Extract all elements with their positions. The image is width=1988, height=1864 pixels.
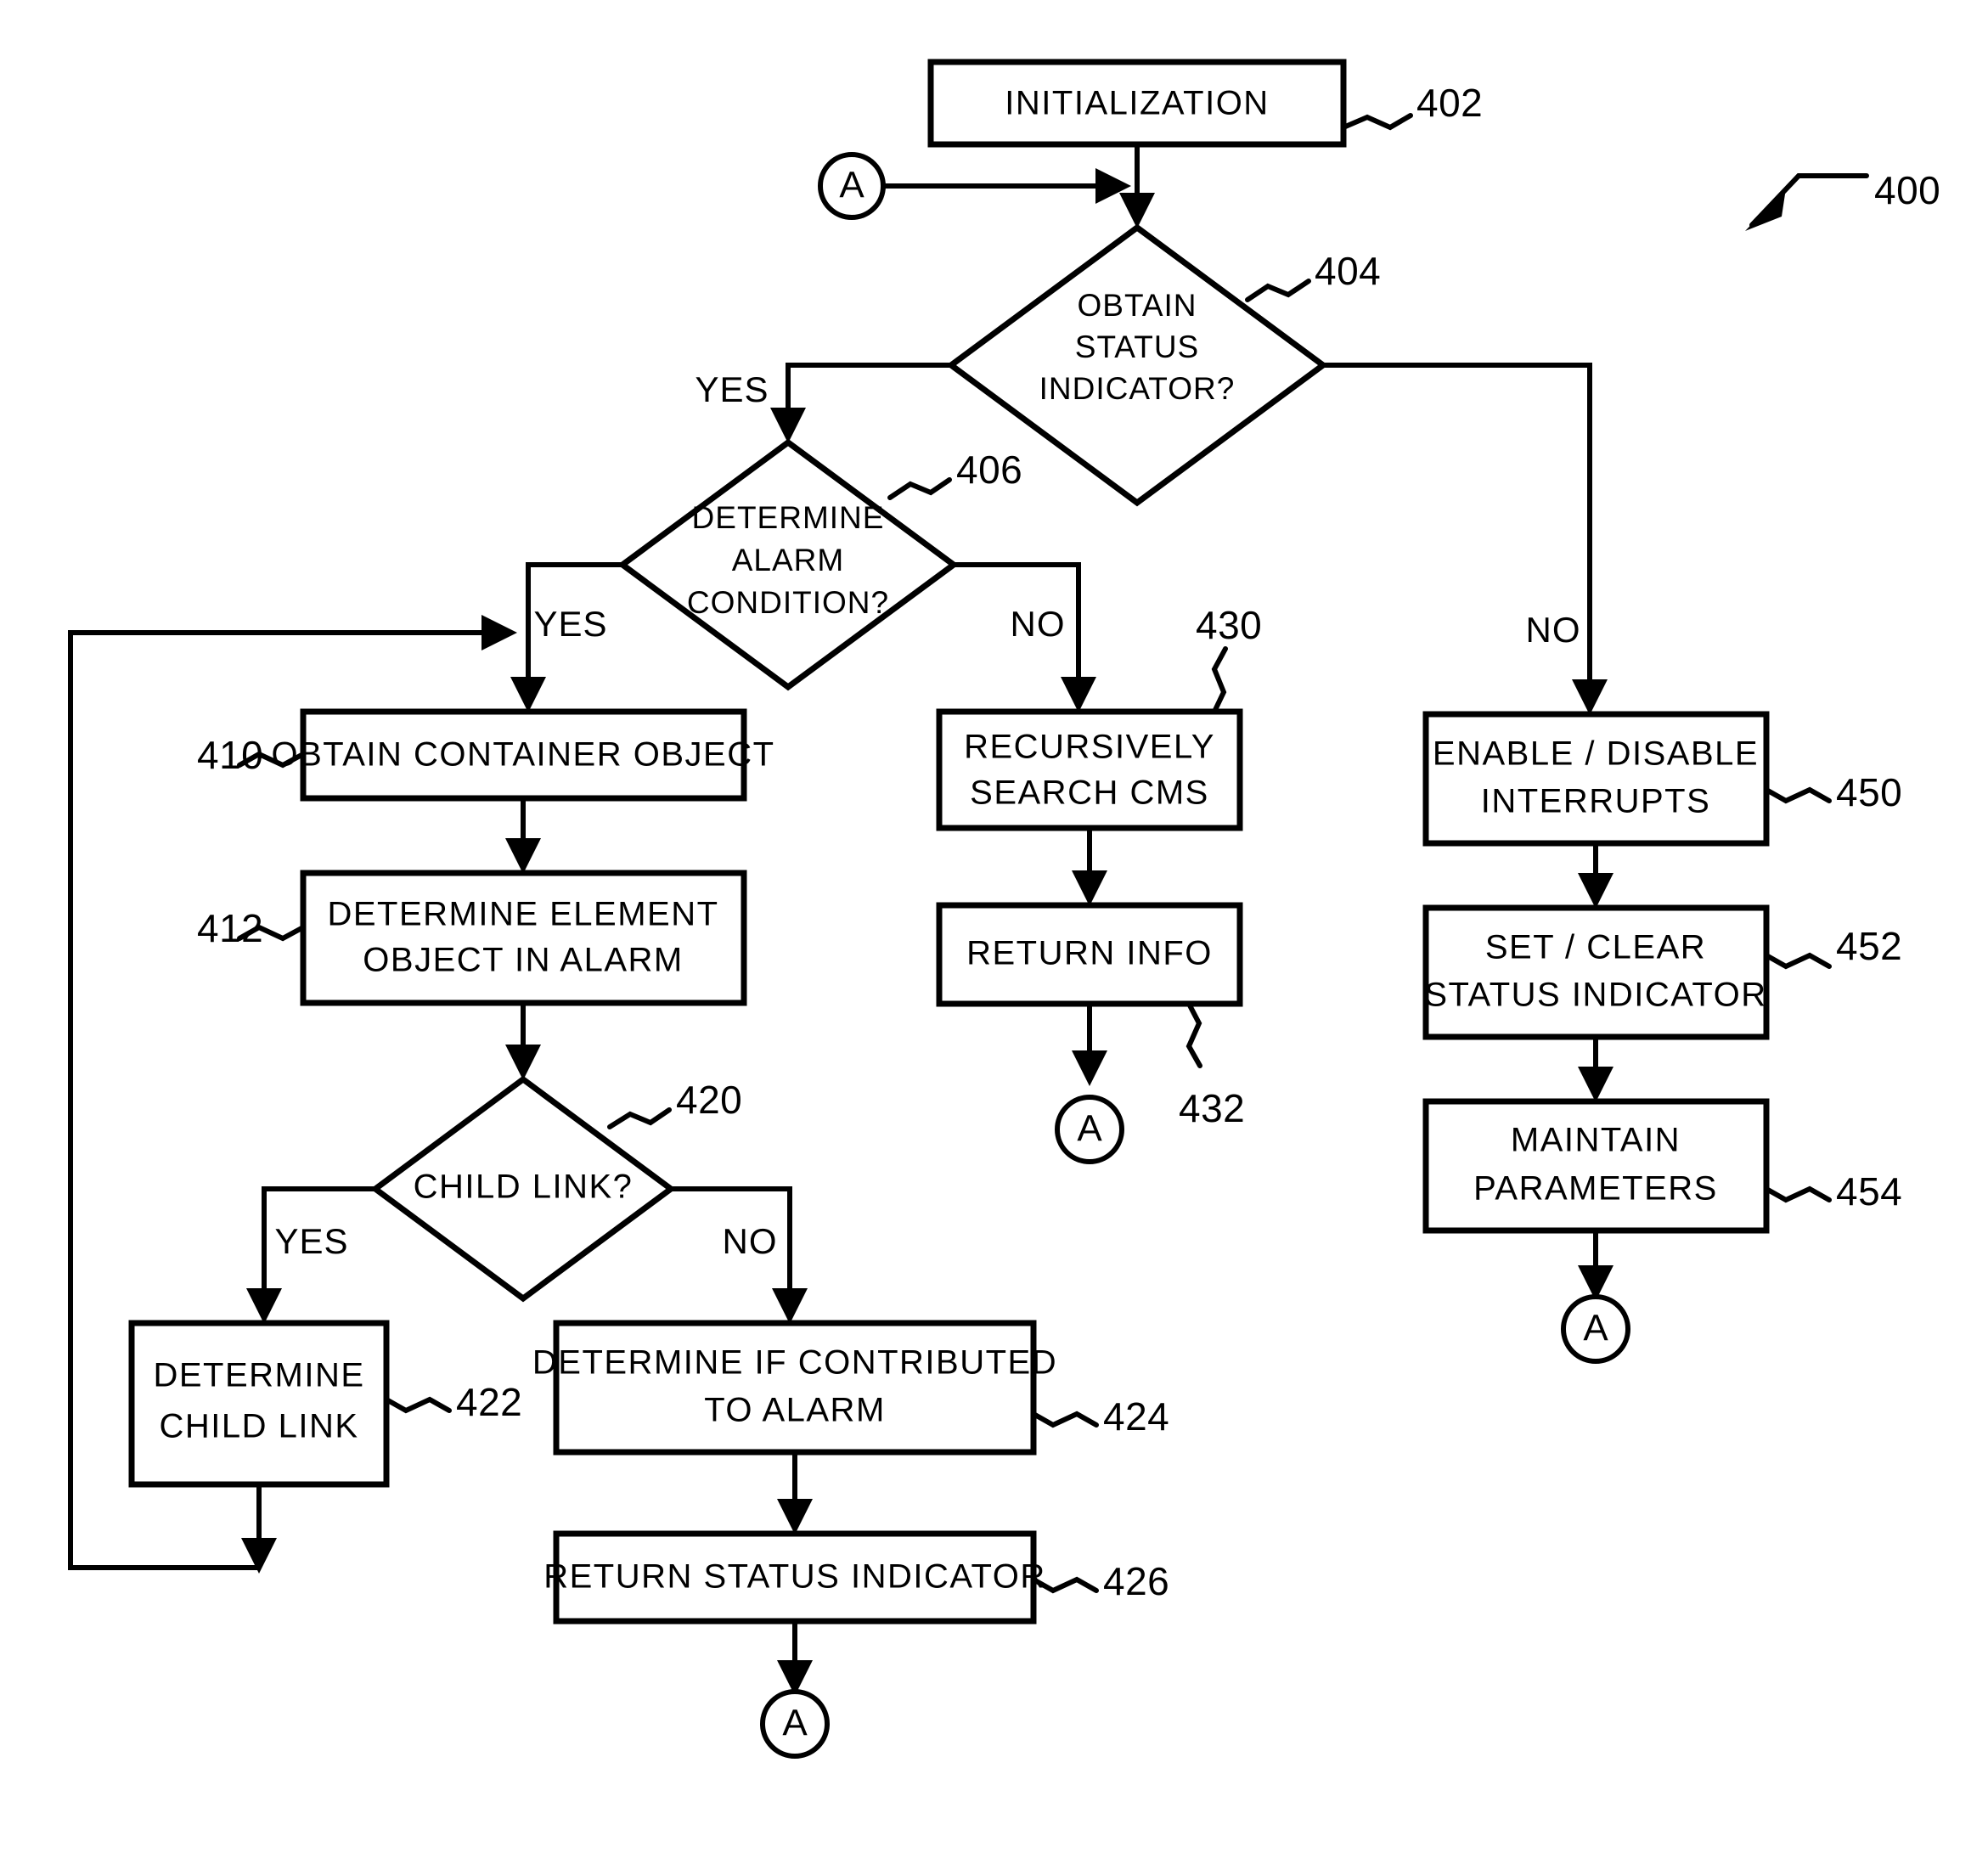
determine-child-link-box[interactable]: [128, 1320, 390, 1488]
node-child-link[interactable]: CHILD LINK?: [370, 1075, 676, 1303]
flowchart-canvas: 400 INITIALIZATION 402 A OBTAIN STATUS I…: [68, 59, 1940, 1759]
figure-reference-label: 400: [1874, 168, 1940, 212]
node-initialization[interactable]: INITIALIZATION: [927, 59, 1347, 148]
determine-element-line2: OBJECT IN ALARM: [363, 942, 683, 979]
determine-alarm-line2: ALARM: [732, 543, 844, 577]
determine-element-line1: DETERMINE ELEMENT: [327, 896, 718, 933]
node-maintain-parameters[interactable]: MAINTAIN PARAMETERS: [1422, 1098, 1770, 1234]
return-info-label: RETURN INFO: [966, 935, 1213, 972]
node-set-clear-status-indicator[interactable]: SET / CLEAR STATUS INDICATOR: [1422, 904, 1770, 1040]
maintain-parameters-line1: MAINTAIN: [1511, 1122, 1681, 1159]
connector-exit-a-right[interactable]: A: [1561, 1294, 1630, 1364]
recursively-search-line1: RECURSIVELY: [964, 729, 1215, 766]
reference-leader-430: 430: [1196, 603, 1262, 714]
obtain-status-ref-label: 404: [1315, 249, 1381, 293]
determine-child-link-line1: DETERMINE: [153, 1357, 364, 1394]
reference-leader-432: 432: [1179, 1001, 1245, 1130]
edge-obtain-status-yes: [770, 363, 951, 443]
reference-leader-420: 420: [607, 1078, 742, 1129]
determine-contributed-ref-label: 424: [1103, 1394, 1169, 1439]
recursively-search-line2: SEARCH CMS: [970, 774, 1209, 812]
node-obtain-container-object[interactable]: OBTAIN CONTAINER OBJECT: [271, 708, 774, 802]
return-status-indicator-ref-label: 426: [1103, 1559, 1169, 1603]
set-clear-line2: STATUS INDICATOR: [1424, 977, 1766, 1014]
return-status-indicator-label: RETURN STATUS INDICATOR: [543, 1558, 1046, 1596]
initialization-ref-label: 402: [1416, 81, 1483, 125]
node-determine-alarm-condition[interactable]: DETERMINE ALARM CONDITION?: [617, 438, 959, 691]
determine-alarm-line1: DETERMINE: [692, 500, 885, 535]
obtain-status-line3: INDICATOR?: [1039, 371, 1236, 406]
child-link-ref-label: 420: [676, 1078, 742, 1122]
branch-label-alarm-no: NO: [1011, 604, 1066, 644]
node-determine-child-link[interactable]: DETERMINE CHILD LINK: [128, 1320, 390, 1488]
branch-label-status-no: NO: [1526, 610, 1581, 650]
exit-a-432-letter: A: [1077, 1108, 1102, 1150]
determine-contributed-line1: DETERMINE IF CONTRIBUTED: [532, 1344, 1057, 1382]
reference-leader-426: 426: [1031, 1559, 1169, 1603]
exit-a-bottom-letter: A: [782, 1703, 808, 1744]
reference-leader-454: 454: [1764, 1169, 1902, 1214]
determine-contributed-line2: TO ALARM: [704, 1392, 886, 1429]
obtain-status-line1: OBTAIN: [1078, 288, 1197, 323]
set-clear-line1: SET / CLEAR: [1485, 929, 1706, 966]
branch-label-alarm-yes: YES: [533, 604, 607, 644]
entry-a-letter: A: [839, 165, 864, 206]
connector-entry-a[interactable]: A: [818, 152, 886, 220]
reference-leader-452: 452: [1764, 924, 1902, 970]
figure-reference-400: 400: [1745, 168, 1940, 231]
recursively-search-ref-label: 430: [1196, 603, 1262, 647]
determine-element-box[interactable]: [300, 870, 747, 1006]
exit-a-right-letter: A: [1583, 1308, 1608, 1349]
determine-child-link-line2: CHILD LINK: [159, 1408, 358, 1445]
flowchart-figure: 400 INITIALIZATION 402 A OBTAIN STATUS I…: [0, 0, 1988, 1864]
connector-exit-a-bottom[interactable]: A: [760, 1689, 830, 1759]
set-clear-box[interactable]: [1422, 904, 1770, 1040]
determine-alarm-ref-label: 406: [956, 448, 1022, 492]
determine-alarm-line3: CONDITION?: [687, 585, 889, 620]
determine-contributed-box[interactable]: [553, 1320, 1037, 1456]
maintain-parameters-ref-label: 454: [1836, 1169, 1902, 1214]
node-determine-if-contributed[interactable]: DETERMINE IF CONTRIBUTED TO ALARM: [532, 1320, 1057, 1456]
connector-exit-a-432[interactable]: A: [1055, 1095, 1124, 1164]
edge-obtain-status-no: [1323, 363, 1608, 715]
reference-leader-412: 412: [197, 906, 306, 950]
enable-disable-line2: INTERRUPTS: [1481, 783, 1711, 820]
maintain-parameters-line2: PARAMETERS: [1473, 1170, 1718, 1208]
enable-disable-ref-label: 450: [1836, 770, 1902, 814]
node-determine-element-object[interactable]: DETERMINE ELEMENT OBJECT IN ALARM: [300, 870, 747, 1006]
reference-leader-450: 450: [1764, 770, 1902, 814]
node-return-info[interactable]: RETURN INFO: [936, 902, 1243, 1007]
determine-element-ref-label: 412: [197, 906, 263, 950]
exit-a-432-ref-label: 432: [1179, 1086, 1245, 1130]
node-recursively-search-cms[interactable]: RECURSIVELY SEARCH CMS: [936, 708, 1243, 831]
reference-leader-406: 406: [887, 448, 1022, 500]
child-link-label: CHILD LINK?: [414, 1169, 634, 1206]
branch-label-status-yes: YES: [695, 369, 769, 409]
reference-leader-404: 404: [1245, 249, 1381, 302]
node-enable-disable-interrupts[interactable]: ENABLE / DISABLE INTERRUPTS: [1422, 711, 1770, 847]
reference-leader-422: 422: [384, 1380, 522, 1424]
branch-label-child-no: NO: [723, 1221, 778, 1261]
branch-label-child-yes: YES: [274, 1221, 348, 1261]
set-clear-ref-label: 452: [1836, 924, 1902, 968]
obtain-container-label: OBTAIN CONTAINER OBJECT: [271, 736, 774, 774]
determine-child-link-ref-label: 422: [456, 1380, 522, 1424]
reference-leader-402: 402: [1341, 81, 1483, 131]
obtain-status-line2: STATUS: [1075, 329, 1199, 364]
enable-disable-line1: ENABLE / DISABLE: [1433, 735, 1759, 773]
node-return-status-indicator[interactable]: RETURN STATUS INDICATOR: [543, 1530, 1046, 1625]
initialization-label: INITIALIZATION: [1005, 85, 1269, 122]
enable-disable-box[interactable]: [1422, 711, 1770, 847]
obtain-container-ref-label: 410: [197, 733, 263, 777]
reference-leader-424: 424: [1031, 1394, 1169, 1439]
